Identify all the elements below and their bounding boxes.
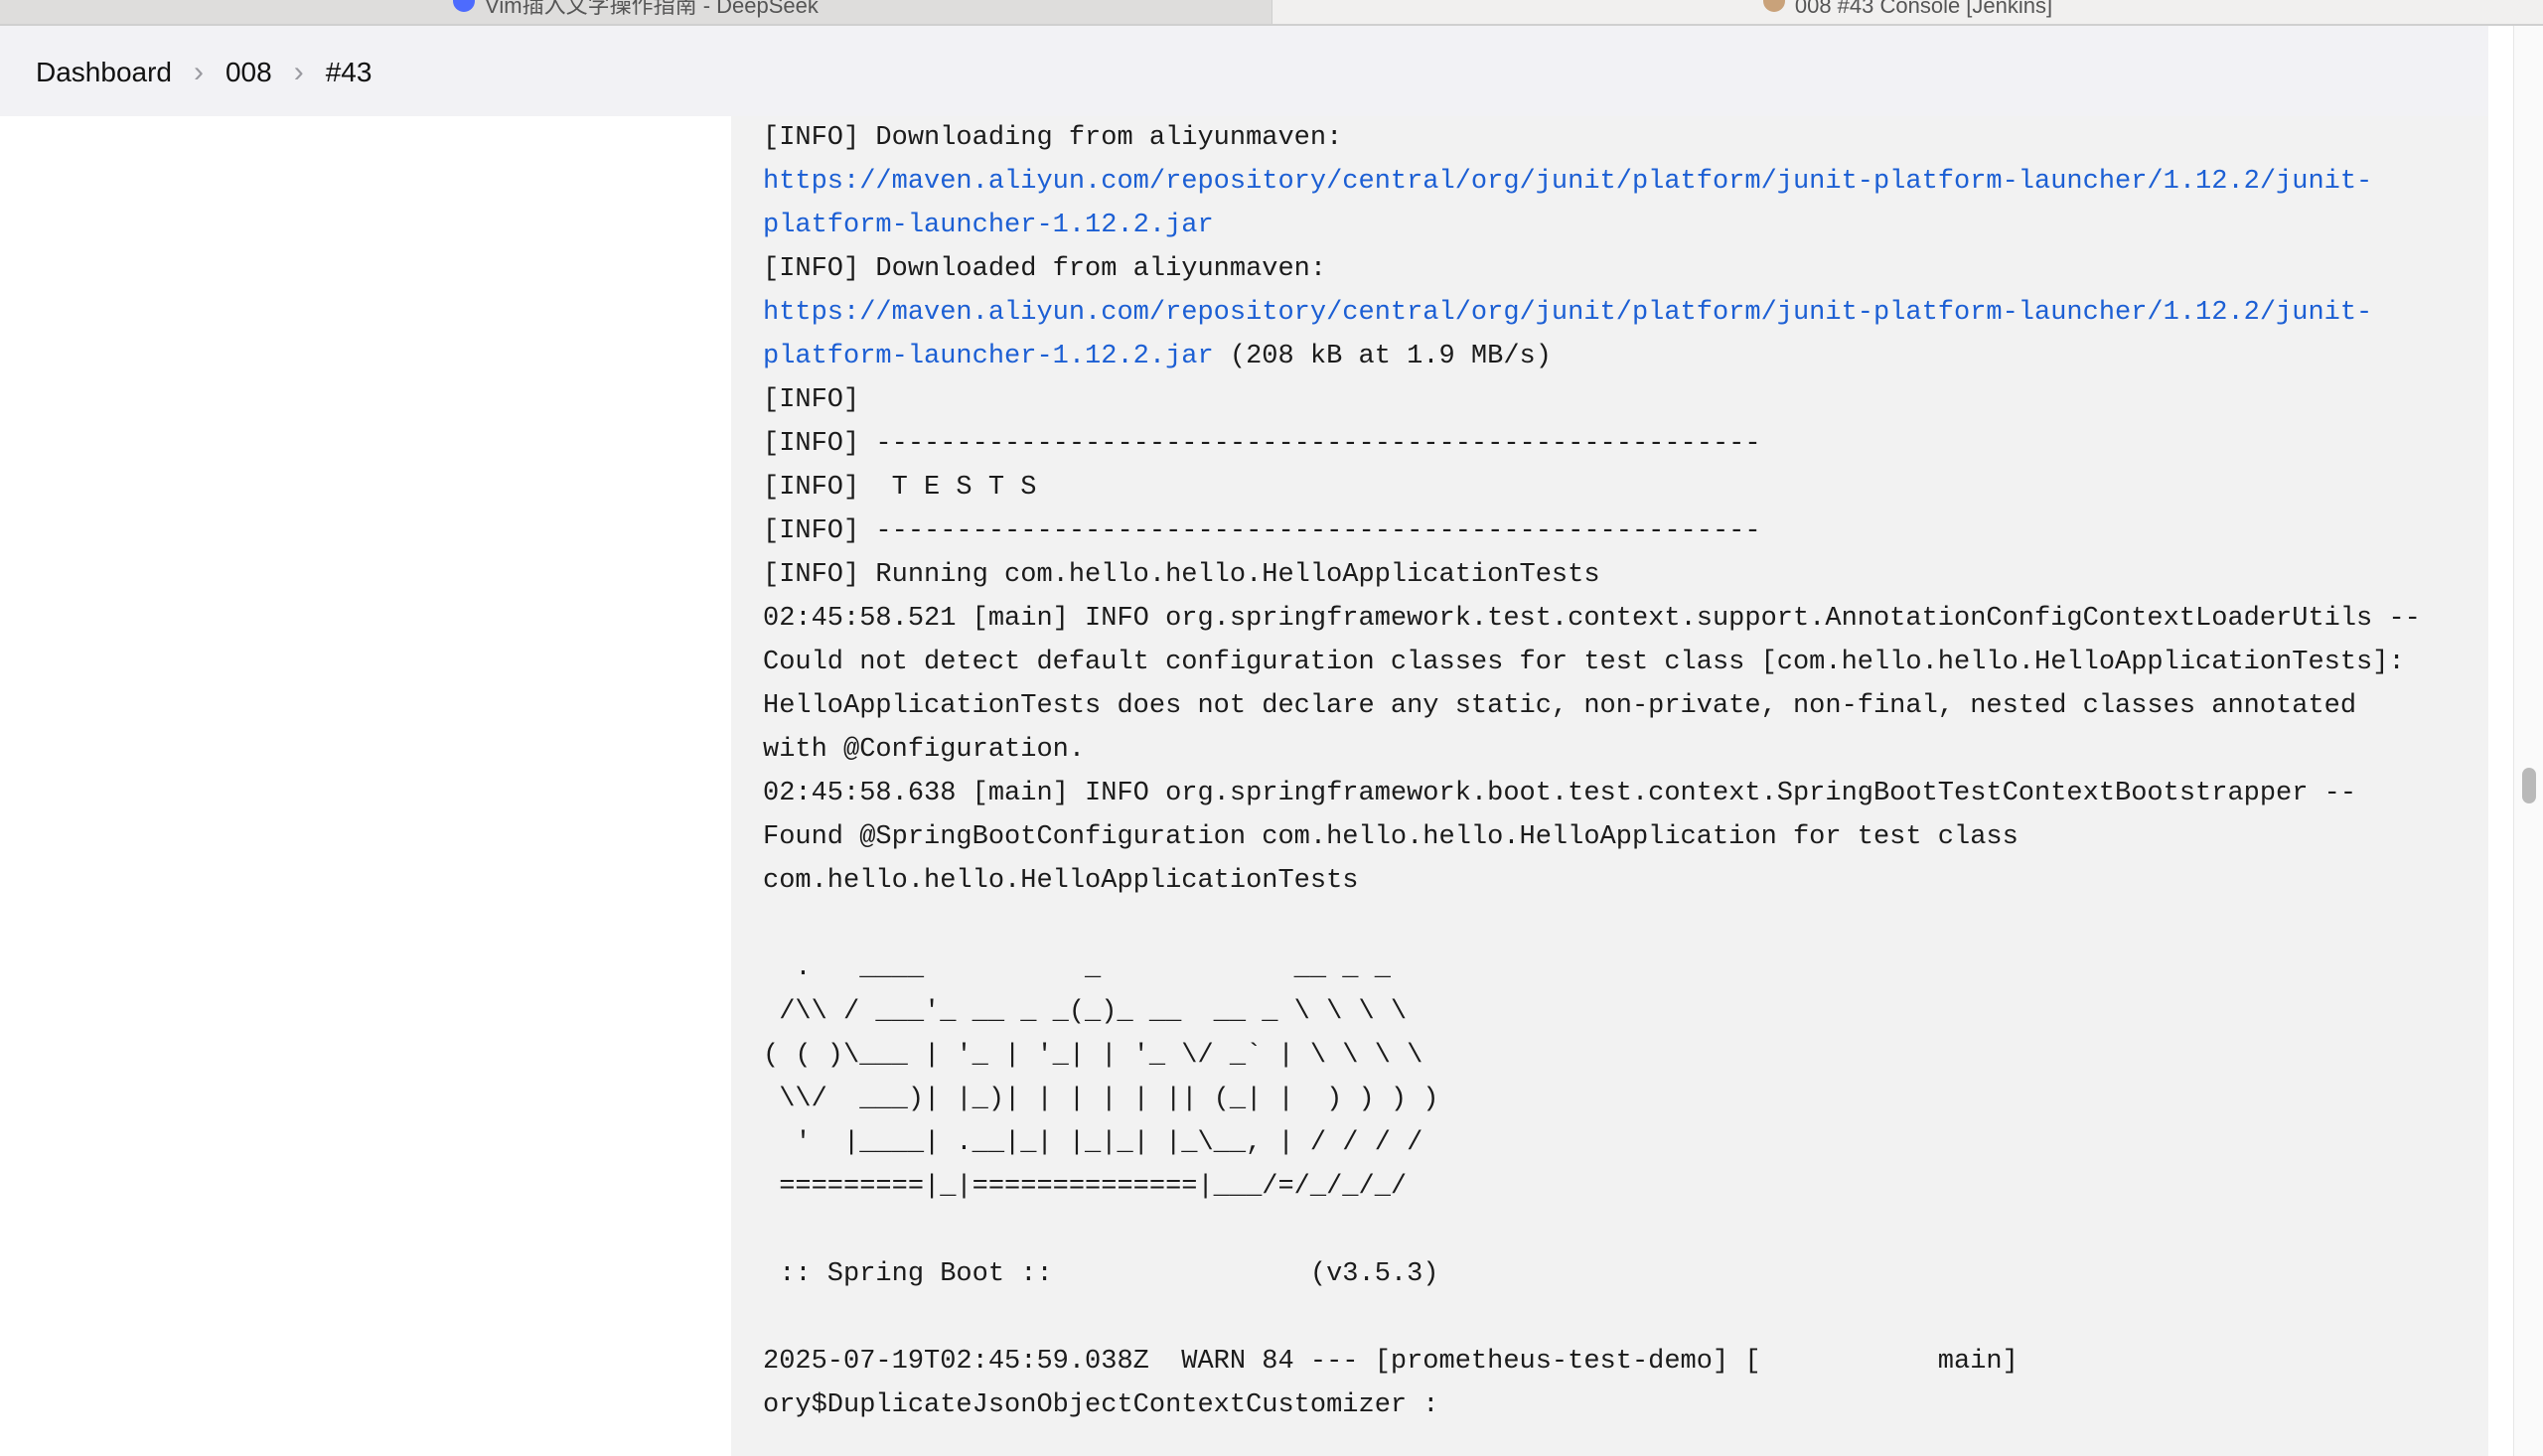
console-text: \\/ ___)| |_)| | | | | || (_| | ) ) ) ) (763, 1085, 1439, 1114)
console-text: ' |____| .__|_| |_|_| |_\__, | / / / / (763, 1128, 1423, 1158)
console-line: Could not detect default configuration c… (763, 641, 2421, 684)
console-line: =========|_|==============|___/=/_/_/_/ (763, 1165, 2421, 1209)
console-text: [INFO] ---------------------------------… (763, 429, 1761, 459)
console-text: (208 kB at 1.9 MB/s) (1213, 342, 1552, 371)
console-line: https://maven.aliyun.com/repository/cent… (763, 160, 2421, 204)
browser-tab-deepseek[interactable]: Vim插入文字操作指南 - DeepSeek (0, 0, 1272, 24)
console-line: \\/ ___)| |_)| | | | | || (_| | ) ) ) ) (763, 1078, 2421, 1121)
console-line: [INFO] T E S T S (763, 466, 2421, 510)
console-line: 02:45:58.521 [main] INFO org.springframe… (763, 597, 2421, 641)
console-text: /\\ / ___'_ __ _ _(_)_ __ __ _ \ \ \ \ (763, 997, 1408, 1027)
breadcrumb-bar: Dashboard › 008 › #43 (0, 26, 2488, 116)
console-line: ( ( )\___ | '_ | '_| | '_ \/ _` | \ \ \ … (763, 1034, 2421, 1078)
console-line: HelloApplicationTests does not declare a… (763, 684, 2421, 728)
console-text: with @Configuration. (763, 735, 1086, 765)
console-link[interactable]: https://maven.aliyun.com/repository/cent… (763, 298, 2372, 328)
console-line: [INFO] (763, 378, 2421, 422)
console-output: [INFO] Downloading from aliyunmaven: http… (731, 116, 2488, 1456)
console-line: platform-launcher-1.12.2.jar (763, 204, 2421, 247)
console-text: HelloApplicationTests does not declare a… (763, 691, 2357, 721)
console-line: 02:45:58.638 [main] INFO org.springframe… (763, 772, 2421, 815)
console-lines: [INFO] Downloading from aliyunmaven: http… (763, 116, 2421, 1427)
scrollbar-thumb[interactable] (2522, 768, 2536, 803)
console-text: [INFO] (763, 385, 860, 415)
console-line: https://maven.aliyun.com/repository/cent… (763, 291, 2421, 335)
console-line: [INFO] Downloaded from aliyunmaven: (763, 247, 2421, 291)
console-text: Could not detect default configuration c… (763, 648, 2405, 677)
console-link[interactable]: platform-launcher-1.12.2.jar (763, 211, 1214, 240)
console-line: [INFO] ---------------------------------… (763, 510, 2421, 553)
console-line: [INFO] Downloading from aliyunmaven: (763, 116, 2421, 160)
console-line: /\\ / ___'_ __ _ _(_)_ __ __ _ \ \ \ \ (763, 990, 2421, 1034)
console-line: com.hello.hello.HelloApplicationTests (763, 859, 2421, 903)
console-text: 02:45:58.638 [main] INFO org.springframe… (763, 779, 2357, 808)
console-text: [INFO] Running com.hello.hello.HelloAppl… (763, 560, 1600, 590)
breadcrumb-job[interactable]: 008 (225, 57, 272, 88)
console-line: with @Configuration. (763, 728, 2421, 772)
console-text: [INFO] ---------------------------------… (763, 516, 1761, 546)
console-line: [INFO] Running com.hello.hello.HelloAppl… (763, 553, 2421, 597)
jenkins-icon (1762, 0, 1785, 13)
console-text: . ____ _ __ _ _ (763, 953, 1391, 983)
console-text: com.hello.hello.HelloApplicationTests (763, 866, 1359, 896)
console-line: . ____ _ __ _ _ (763, 946, 2421, 990)
browser-tab-bar: Vim插入文字操作指南 - DeepSeek 008 #43 Console [… (0, 0, 2543, 26)
console-line: ory$DuplicateJsonObjectContextCustomizer… (763, 1383, 2421, 1427)
console-text: [INFO] Downloaded from aliyunmaven: (763, 254, 1327, 284)
browser-tab-jenkins[interactable]: 008 #43 Console [Jenkins] (1272, 0, 2543, 24)
console-text: [INFO] Downloading from aliyunmaven: (763, 123, 1343, 153)
scrollbar[interactable] (2513, 26, 2543, 1456)
console-line: [INFO] ---------------------------------… (763, 422, 2421, 466)
deepseek-icon (453, 0, 476, 13)
console-line: ' |____| .__|_| |_|_| |_\__, | / / / / (763, 1121, 2421, 1165)
tab-title: 008 #43 Console [Jenkins] (1794, 0, 2053, 18)
breadcrumb: Dashboard › 008 › #43 (36, 56, 372, 89)
console-text: ( ( )\___ | '_ | '_| | '_ \/ _` | \ \ \ … (763, 1041, 1423, 1071)
console-line: Found @SpringBootConfiguration com.hello… (763, 815, 2421, 859)
console-text: :: Spring Boot :: (v3.5.3) (763, 1259, 1439, 1289)
console-line: 2025-07-19T02:45:59.038Z WARN 84 --- [pr… (763, 1340, 2421, 1383)
console-text: [INFO] T E S T S (763, 473, 1037, 503)
console-text: Found @SpringBootConfiguration com.hello… (763, 822, 2019, 852)
console-line: :: Spring Boot :: (v3.5.3) (763, 1252, 2421, 1296)
console-text: =========|_|==============|___/=/_/_/_/ (763, 1172, 1408, 1202)
console-text: ory$DuplicateJsonObjectContextCustomizer… (763, 1390, 1439, 1420)
breadcrumb-dashboard[interactable]: Dashboard (36, 57, 172, 88)
console-line: platform-launcher-1.12.2.jar (208 kB at … (763, 335, 2421, 378)
console-link[interactable]: platform-launcher-1.12.2.jar (763, 342, 1214, 371)
breadcrumb-build[interactable]: #43 (326, 57, 373, 88)
console-text: 02:45:58.521 [main] INFO org.springframe… (763, 604, 2421, 634)
console-link[interactable]: https://maven.aliyun.com/repository/cent… (763, 167, 2372, 197)
console-text: 2025-07-19T02:45:59.038Z WARN 84 --- [pr… (763, 1347, 2019, 1377)
tab-title: Vim插入文字操作指南 - DeepSeek (485, 0, 819, 18)
chevron-right-icon: › (293, 56, 304, 88)
chevron-right-icon: › (193, 56, 204, 88)
